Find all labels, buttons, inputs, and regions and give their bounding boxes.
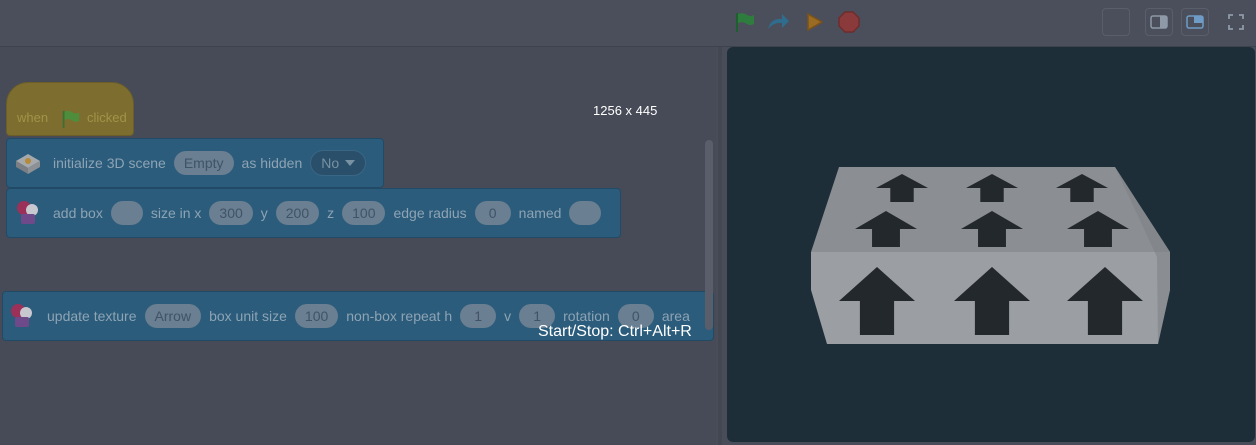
h-input[interactable]: 1 <box>460 304 497 328</box>
named-label: named <box>518 205 562 221</box>
toolbar <box>0 0 1256 47</box>
run-icon[interactable] <box>800 8 828 36</box>
when-flag-clicked-block[interactable]: when clicked <box>6 82 134 136</box>
texture-input[interactable]: Arrow <box>144 304 202 328</box>
hidden-dropdown[interactable]: No <box>310 150 367 176</box>
scene-input[interactable]: Empty <box>173 151 234 175</box>
unit-size-input[interactable]: 100 <box>294 304 339 328</box>
box-color-input[interactable] <box>110 201 143 225</box>
redo-icon[interactable] <box>764 8 792 36</box>
small-stage-icon[interactable] <box>1145 8 1173 36</box>
y-label: y <box>260 205 268 221</box>
repeat-label: non-box repeat h <box>346 308 453 324</box>
3d-scene-extension-icon <box>16 154 40 174</box>
edge-radius-input[interactable]: 0 <box>474 201 511 225</box>
hat-label-clicked: clicked <box>87 110 127 125</box>
texture-extension-icon <box>11 304 32 327</box>
chevron-down-icon <box>345 160 356 166</box>
stage-size-label: 1256 x 445 <box>593 103 658 118</box>
blank-toggle-button[interactable] <box>1102 8 1130 36</box>
update-texture-label: update texture <box>47 308 137 324</box>
z-label: z <box>327 205 335 221</box>
as-hidden-label: as hidden <box>241 155 303 171</box>
size-in-x-label: size in x <box>150 205 202 221</box>
hidden-dropdown-value: No <box>321 155 340 171</box>
3d-box-render <box>811 167 1170 344</box>
init-label: initialize 3D scene <box>53 155 166 171</box>
v-label: v <box>504 308 512 324</box>
green-flag-icon[interactable] <box>730 8 758 36</box>
add-box-label: add box <box>53 205 103 221</box>
x-input[interactable]: 300 <box>209 201 253 225</box>
hat-label-when: when <box>17 110 49 125</box>
z-input[interactable]: 100 <box>342 201 386 225</box>
y-input[interactable]: 200 <box>275 201 320 225</box>
shortcut-hint: Start/Stop: Ctrl+Alt+R <box>538 323 692 340</box>
fullscreen-icon[interactable] <box>1222 8 1250 36</box>
stage[interactable] <box>727 47 1255 442</box>
rotation-label: rotation <box>563 308 610 324</box>
large-stage-icon[interactable] <box>1181 8 1209 36</box>
green-flag-icon <box>62 110 80 129</box>
code-scrollbar[interactable] <box>705 140 713 330</box>
add-box-block[interactable]: add box size in x 300 y 200 z 100 edge r… <box>6 188 621 238</box>
stop-icon[interactable] <box>835 8 863 36</box>
initialize-scene-block[interactable]: initialize 3D scene Empty as hidden No <box>6 138 384 188</box>
name-input[interactable] <box>569 201 602 225</box>
pane-divider[interactable] <box>718 47 722 445</box>
edge-radius-label: edge radius <box>393 205 467 221</box>
box-extension-icon <box>17 201 38 224</box>
area-label: area <box>661 308 690 324</box>
unit-size-label: box unit size <box>209 308 287 324</box>
